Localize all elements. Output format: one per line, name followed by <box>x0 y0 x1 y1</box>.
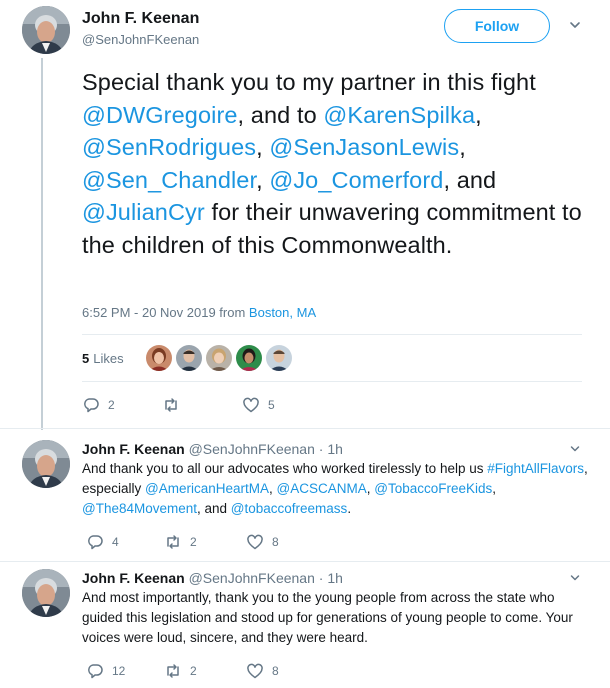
likes-number: 5 <box>82 350 90 366</box>
liker-avatar[interactable] <box>236 345 262 371</box>
tweet-text-segment: , <box>256 166 270 193</box>
retweet-icon <box>167 664 179 678</box>
reply-author-name[interactable]: John F. Keenan <box>82 441 185 457</box>
tweet-text-segment: , <box>269 481 277 496</box>
tweet-actions: 2 5 <box>82 396 275 414</box>
reply-header: John F. Keenan @SenJohnFKeenan · 1h <box>82 441 343 457</box>
reply-actions: 12 2 8 <box>86 662 279 680</box>
divider <box>82 381 582 382</box>
liker-avatar[interactable] <box>206 345 232 371</box>
reply-count: 12 <box>112 664 126 678</box>
chevron-down-icon[interactable] <box>569 572 581 584</box>
reply-count: 2 <box>108 398 115 412</box>
reply-author-avatar[interactable] <box>22 569 70 617</box>
mention-link[interactable]: @TobaccoFreeKids <box>374 481 492 496</box>
retweet-button[interactable]: 2 <box>164 533 246 551</box>
reply-text: And thank you to all our advocates who w… <box>82 459 592 519</box>
retweet-button[interactable] <box>162 396 242 414</box>
liker-avatar[interactable] <box>176 345 202 371</box>
reply-author-handle[interactable]: @SenJohnFKeenan · 1h <box>189 441 343 457</box>
like-button[interactable]: 8 <box>246 533 279 551</box>
tweet-text-segment: , and to <box>237 101 324 128</box>
tweet-text-segment: , <box>459 134 466 161</box>
liker-avatar[interactable] <box>266 345 292 371</box>
heart-icon <box>247 534 263 550</box>
like-count: 8 <box>272 535 279 549</box>
reply-author-handle[interactable]: @SenJohnFKeenan · 1h <box>189 570 343 586</box>
liker-avatars <box>146 345 292 371</box>
like-count: 5 <box>268 398 275 412</box>
likes-label: Likes <box>93 350 124 366</box>
reply-button[interactable]: 12 <box>86 662 164 680</box>
tweet-timestamp[interactable]: 6:52 PM - 20 Nov 2019 from <box>82 305 249 320</box>
tweet-location[interactable]: Boston, MA <box>249 305 316 320</box>
reply-author-avatar[interactable] <box>22 440 70 488</box>
like-button[interactable]: 8 <box>246 662 279 680</box>
tweet-text-segment: And thank you to all our advocates who w… <box>82 461 488 476</box>
chevron-down-icon[interactable] <box>568 18 582 32</box>
hashtag-link[interactable]: #FightAllFlavors <box>487 461 584 476</box>
mention-link[interactable]: @The84Movement <box>82 501 197 516</box>
mention-link[interactable]: @ACSCANMA <box>277 481 367 496</box>
tweet-text-segment: , and <box>443 166 497 193</box>
retweet-icon <box>167 535 179 549</box>
tweet-text-segment: . <box>347 501 352 516</box>
divider <box>82 334 582 335</box>
mention-link[interactable]: @Jo_Comerford <box>269 167 443 193</box>
like-count: 8 <box>272 664 279 678</box>
liker-avatar[interactable] <box>146 345 172 371</box>
tweet-text-segment: , <box>475 101 482 128</box>
mention-link[interactable]: @tobaccofreemass <box>231 501 348 516</box>
follow-button[interactable]: Follow <box>444 9 550 43</box>
reply-icon <box>88 664 103 679</box>
reply-button[interactable]: 4 <box>86 533 164 551</box>
reply-count: 4 <box>112 535 119 549</box>
reply-author-name[interactable]: John F. Keenan <box>82 570 185 586</box>
reply-actions: 4 2 8 <box>86 533 279 551</box>
chevron-down-icon[interactable] <box>569 443 581 455</box>
tweet-metadata: 6:52 PM - 20 Nov 2019 from Boston, MA <box>82 305 316 320</box>
author-avatar[interactable] <box>22 6 70 54</box>
tweet-text-segment: And most importantly, thank you to the y… <box>82 590 573 645</box>
retweet-count: 2 <box>190 664 197 678</box>
reply-header: John F. Keenan @SenJohnFKeenan · 1h <box>82 570 343 586</box>
tweet-text-segment: Special thank you to my partner in this … <box>82 69 536 95</box>
tweet-separator <box>0 561 610 562</box>
likes-count[interactable]: 5 Likes <box>82 345 124 371</box>
heart-icon <box>243 397 259 413</box>
mention-link[interactable]: @Sen_Chandler <box>82 167 256 193</box>
tweet-text-segment: , <box>492 481 497 496</box>
mention-link[interactable]: @AmericanHeartMA <box>145 481 269 496</box>
mention-link[interactable]: @DWGregoire <box>82 102 238 128</box>
tweet-separator <box>0 428 610 429</box>
reply-text: And most importantly, thank you to the y… <box>82 588 592 648</box>
retweet-button[interactable]: 2 <box>164 662 246 680</box>
mention-link[interactable]: @KarenSpilka <box>323 102 475 128</box>
reply-button[interactable]: 2 <box>82 396 162 414</box>
author-handle[interactable]: @SenJohnFKeenan <box>82 32 199 47</box>
mention-link[interactable]: @SenRodrigues <box>82 134 256 160</box>
reply-icon <box>88 535 103 550</box>
retweet-count: 2 <box>190 535 197 549</box>
thread-connector-line <box>41 58 43 430</box>
author-name[interactable]: John F. Keenan <box>82 10 199 28</box>
tweet-text-segment: , <box>256 134 270 161</box>
reply-icon <box>84 398 99 413</box>
retweet-icon <box>165 398 177 412</box>
mention-link[interactable]: @SenJasonLewis <box>269 134 459 160</box>
tweet-text-segment: , and <box>197 501 231 516</box>
mention-link[interactable]: @JulianCyr <box>82 199 205 225</box>
like-button[interactable]: 5 <box>242 396 275 414</box>
tweet-text: Special thank you to my partner in this … <box>82 66 582 262</box>
heart-icon <box>247 663 263 679</box>
